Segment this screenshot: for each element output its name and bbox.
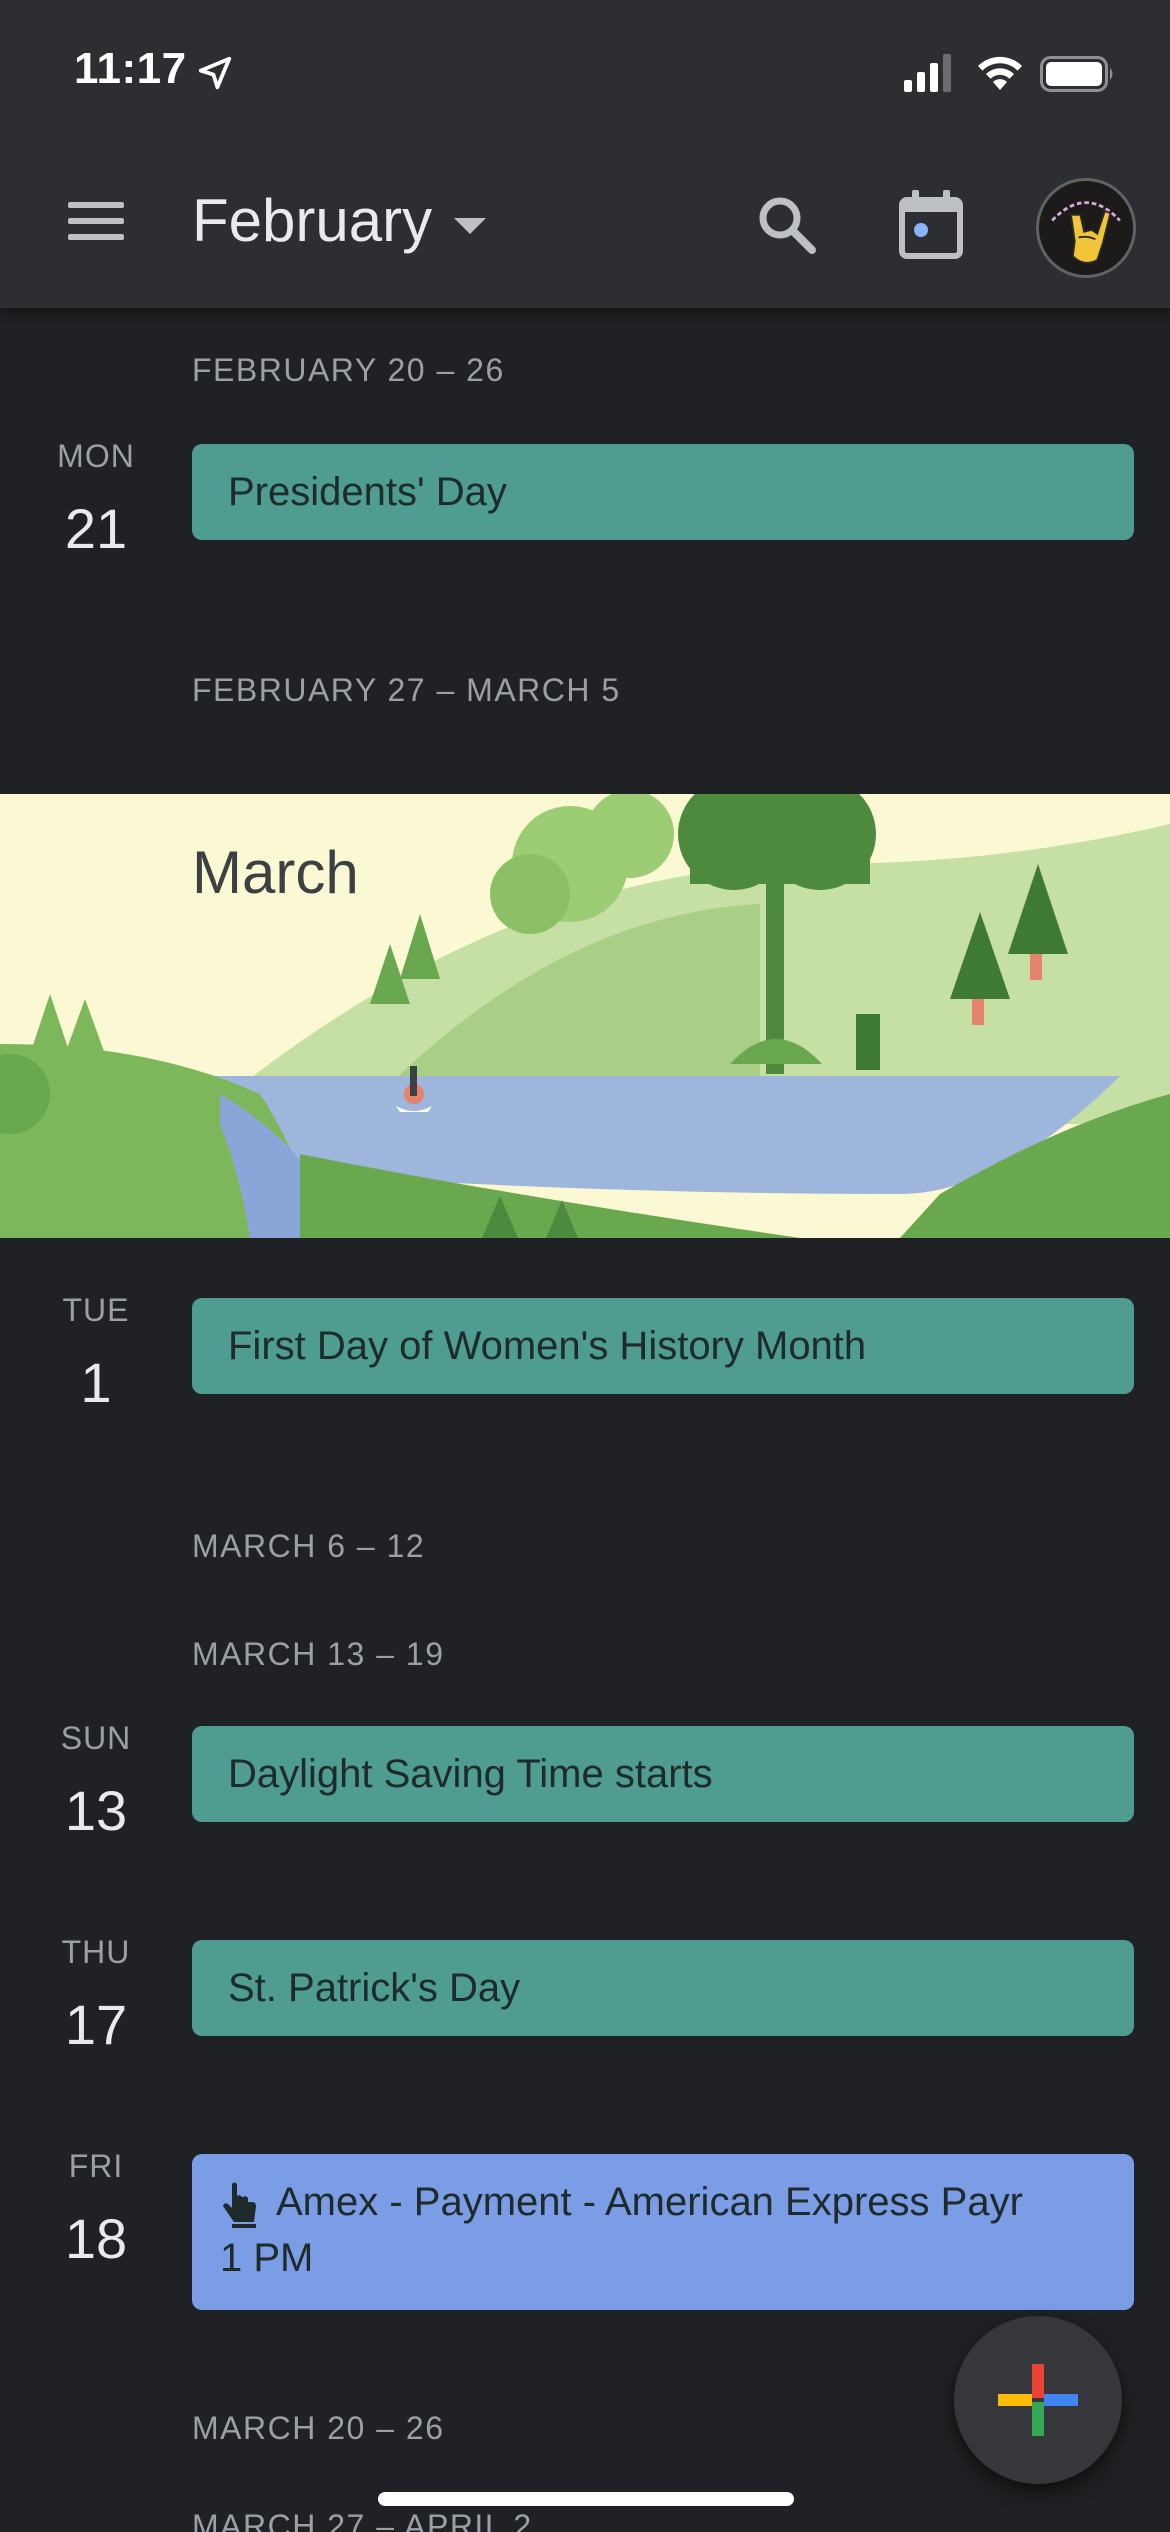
today-calendar-icon[interactable] (896, 190, 966, 260)
week-header: FEBRUARY 27 – MARCH 5 (192, 672, 621, 708)
menu-icon-line (68, 218, 124, 224)
spring-landscape-illustration (0, 794, 1170, 1238)
status-time: 11:17 (74, 44, 187, 93)
month-selector[interactable]: February (192, 186, 432, 255)
event-title: Amex - Payment - American Express Payr (276, 2180, 1023, 2224)
week-header: FEBRUARY 20 – 26 (192, 352, 505, 388)
search-icon[interactable] (752, 190, 822, 260)
day-of-week: FRI (68, 2148, 124, 2184)
menu-icon-line (68, 234, 124, 240)
cellular-signal-icon (904, 54, 951, 92)
battery-icon (1040, 56, 1113, 92)
home-indicator[interactable] (378, 2492, 794, 2506)
day-of-week: SUN (60, 1720, 132, 1756)
week-header: MARCH 27 – APRIL 2 (192, 2508, 533, 2532)
event-title: St. Patrick's Day (228, 1966, 521, 2010)
day-number: 18 (64, 2207, 128, 2270)
dropdown-caret-icon[interactable] (454, 218, 486, 234)
month-banner-title: March (192, 839, 359, 906)
event-title: First Day of Women's History Month (228, 1324, 867, 1368)
day-number: 21 (64, 497, 128, 560)
event-time: 1 PM (220, 2236, 314, 2280)
menu-button[interactable] (62, 196, 130, 252)
week-header: MARCH 20 – 26 (192, 2410, 445, 2446)
create-event-button[interactable] (954, 2316, 1122, 2484)
event-title: Presidents' Day (228, 470, 507, 514)
day-of-week: THU (61, 1934, 131, 1970)
calendar-app: 11:17 February FEBRUARY 20 – 26 MON 21 P… (0, 0, 1170, 2532)
app-header: 11:17 February (0, 0, 1170, 308)
event-womens-history-month[interactable]: First Day of Women's History Month (192, 1298, 1134, 1394)
day-number: 17 (64, 1993, 128, 2056)
month-banner: March (0, 794, 1170, 1238)
rock-hand-avatar-icon (1039, 181, 1133, 275)
event-title: Daylight Saving Time starts (228, 1752, 713, 1796)
profile-avatar[interactable] (1036, 178, 1136, 278)
week-header: MARCH 6 – 12 (192, 1528, 426, 1564)
menu-icon-line (68, 202, 124, 208)
plus-icon (998, 2364, 1078, 2436)
event-daylight-saving[interactable]: Daylight Saving Time starts (192, 1726, 1134, 1822)
day-of-week: MON (57, 438, 135, 474)
event-presidents-day[interactable]: Presidents' Day (192, 444, 1134, 540)
day-number: 13 (64, 1779, 128, 1842)
week-header: MARCH 13 – 19 (192, 1636, 445, 1672)
event-amex-payment[interactable]: Amex - Payment - American Express Payr 1… (192, 2154, 1134, 2310)
day-number: 1 (80, 1351, 112, 1414)
location-arrow-icon (198, 56, 232, 90)
tap-gesture-icon (223, 2182, 256, 2228)
wifi-icon (978, 56, 1022, 90)
event-st-patricks-day[interactable]: St. Patrick's Day (192, 1940, 1134, 2036)
day-of-week: TUE (62, 1292, 130, 1328)
